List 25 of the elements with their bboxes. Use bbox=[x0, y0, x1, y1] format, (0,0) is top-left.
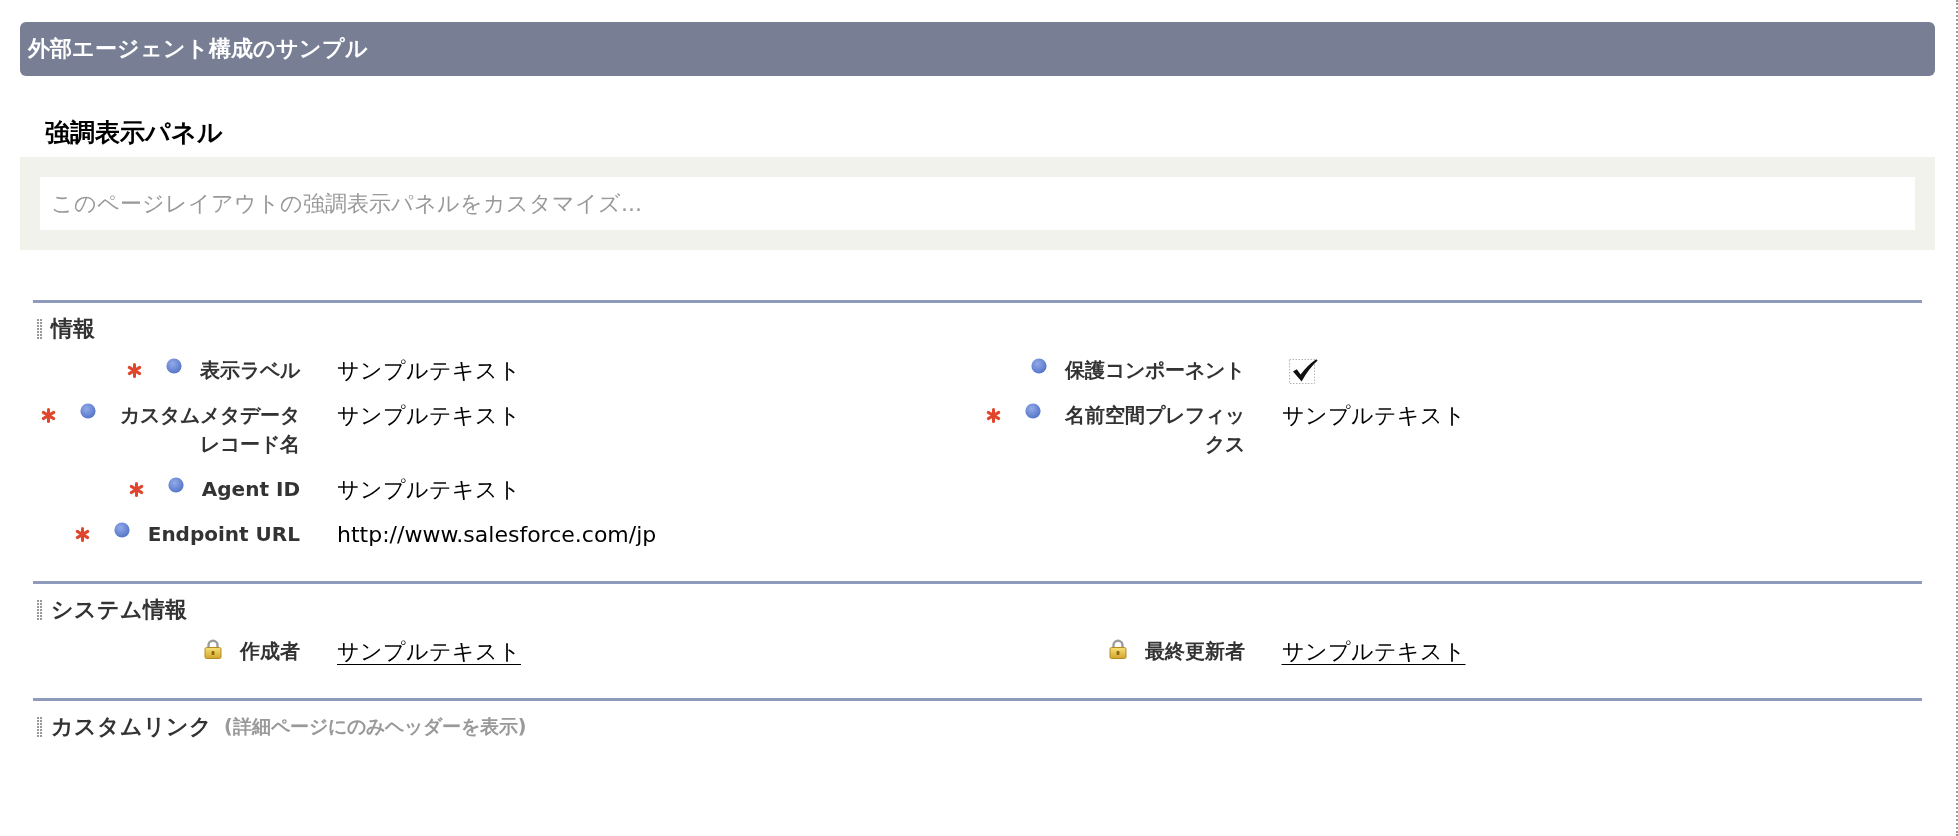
page-title: 外部エージェント構成のサンプル bbox=[28, 35, 368, 63]
field-link[interactable]: サンプルテキスト bbox=[1281, 637, 1466, 666]
drag-handle-icon[interactable] bbox=[37, 599, 42, 620]
section-title: 情報 bbox=[51, 315, 95, 342]
section-note: (詳細ページにのみヘッダーを表示) bbox=[224, 714, 527, 739]
panel-title: 強調表示パネル bbox=[45, 117, 223, 149]
field-label: 名前空間プレフィックス bbox=[1063, 402, 1245, 458]
field-link[interactable]: サンプルテキスト bbox=[337, 637, 521, 666]
drag-handle-icon[interactable] bbox=[37, 716, 42, 737]
section-title: カスタムリンク bbox=[51, 713, 212, 740]
field-value: サンプルテキスト bbox=[337, 476, 521, 504]
field-label: 最終更新者 bbox=[1144, 638, 1245, 665]
field-label: Agent ID bbox=[201, 476, 300, 503]
field-label: 保護コンポーネント bbox=[1064, 357, 1245, 384]
field-value: サンプルテキスト bbox=[337, 357, 521, 385]
field-label: カスタムメタデータレコード名 bbox=[119, 402, 300, 458]
field-value: サンプルテキスト bbox=[337, 402, 521, 430]
hint-text: このページレイアウトの強調表示パネルをカスタマイズ... bbox=[51, 190, 642, 218]
section-title: システム情報 bbox=[51, 596, 187, 623]
drag-handle-icon[interactable] bbox=[37, 318, 42, 339]
field-label: 表示ラベル bbox=[200, 357, 300, 384]
field-value: http://www.salesforce.com/jp bbox=[337, 521, 657, 549]
field-label: 作成者 bbox=[240, 638, 300, 665]
field-value: サンプルテキスト bbox=[1281, 402, 1466, 430]
field-label: Endpoint URL bbox=[147, 521, 300, 548]
